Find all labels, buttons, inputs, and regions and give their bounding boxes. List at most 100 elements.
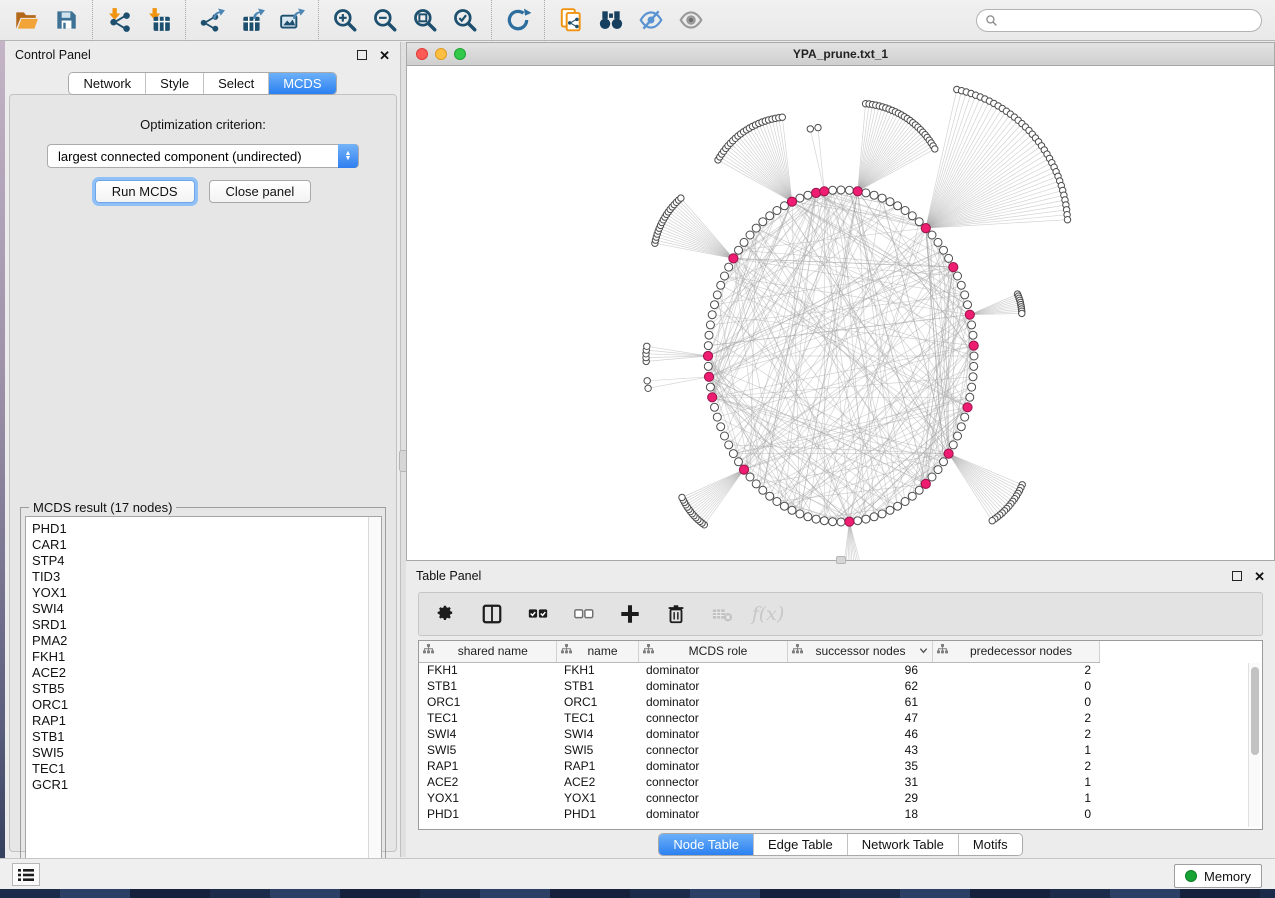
mcds-result-item[interactable]: TID3 [32,569,381,585]
mcds-result-item[interactable]: PMA2 [32,633,381,649]
mcds-result-item[interactable]: SRD1 [32,617,381,633]
refresh-layout-button[interactable] [498,4,538,36]
table-row[interactable]: STB1 STB1 dominator 62 0 [419,678,1099,694]
table-row[interactable]: ORC1 ORC1 dominator 61 0 [419,694,1099,710]
float-table-panel-icon[interactable] [1232,571,1242,581]
table-row[interactable]: PHD1 PHD1 dominator 18 0 [419,806,1099,822]
close-panel-icon[interactable]: ✕ [379,49,390,62]
hide-selected-icon [638,7,664,33]
console-list-button[interactable] [12,863,40,886]
network-window-title: YPA_prune.txt_1 [407,47,1274,61]
settings-gear-button[interactable] [433,601,459,627]
tab-motifs[interactable]: Motifs [958,834,1022,855]
mcds-result-item[interactable]: STP4 [32,553,381,569]
search-box[interactable] [976,9,1262,32]
mcds-result-item[interactable]: FKH1 [32,649,381,665]
memory-label: Memory [1204,869,1251,884]
column-layout-icon [481,603,503,625]
import-table-button[interactable] [139,4,179,36]
add-column-button[interactable] [617,601,643,627]
import-network-button[interactable] [99,4,139,36]
tab-network[interactable]: Network [69,73,145,94]
export-table-button[interactable] [232,4,272,36]
memory-button[interactable]: Memory [1174,864,1262,888]
attribute-type-icon [643,644,654,658]
table-toolbar: f(x) [418,592,1263,636]
column-header[interactable]: MCDS role [638,641,787,662]
table-row[interactable]: FKH1 FKH1 dominator 96 2 [419,662,1099,678]
delete-column-button[interactable] [663,601,689,627]
clone-network-button[interactable] [551,4,591,36]
table-row[interactable]: ACE2 ACE2 connector 31 1 [419,774,1099,790]
table-row[interactable]: SWI4 SWI4 dominator 46 2 [419,726,1099,742]
tab-network-table[interactable]: Network Table [847,834,958,855]
criterion-dropdown[interactable]: largest connected component (undirected)… [47,144,359,168]
table-row[interactable]: YOX1 YOX1 connector 29 1 [419,790,1099,806]
select-all-checkboxes-button[interactable] [525,601,551,627]
mcds-result-item[interactable]: RAP1 [32,713,381,729]
zoom-out-button[interactable] [365,4,405,36]
tab-select[interactable]: Select [203,73,268,94]
mcds-result-item[interactable]: SWI5 [32,745,381,761]
table-row[interactable]: RAP1 RAP1 dominator 35 2 [419,758,1099,774]
horizontal-splitter-handle[interactable] [836,556,846,564]
float-window-icon[interactable] [357,50,367,60]
open-file-button[interactable] [6,4,46,36]
tab-edge-table[interactable]: Edge Table [753,834,847,855]
run-mcds-button[interactable]: Run MCDS [95,180,195,203]
mcds-result-item[interactable]: PHD1 [32,521,381,537]
mcds-result-item[interactable]: STB1 [32,729,381,745]
column-header[interactable]: predecessor nodes [932,641,1099,662]
hide-selected-button[interactable] [631,4,671,36]
close-panel-button[interactable]: Close panel [209,180,312,203]
show-all-icon [678,7,704,33]
mcds-result-item[interactable]: STB5 [32,681,381,697]
mcds-result-list[interactable]: PHD1CAR1STP4TID3YOX1SWI4SRD1PMA2FKH1ACE2… [25,516,382,874]
column-header[interactable]: name [556,641,638,662]
tab-node-table[interactable]: Node Table [659,834,753,855]
search-input[interactable] [1003,14,1253,28]
list-icon [18,868,34,882]
network-window-titlebar[interactable]: YPA_prune.txt_1 [407,43,1274,66]
save-session-icon [53,7,79,33]
tab-mcds[interactable]: MCDS [268,73,335,94]
zoom-selected-button[interactable] [445,4,485,36]
mcds-result-item[interactable]: ACE2 [32,665,381,681]
zoom-in-button[interactable] [325,4,365,36]
network-canvas[interactable] [407,66,1274,560]
table-scrollbar[interactable] [1248,663,1260,827]
sort-chevron-icon[interactable] [919,644,928,658]
export-image-button[interactable] [272,4,312,36]
table-scrollbar-thumb[interactable] [1251,667,1259,755]
zoom-out-icon [372,7,398,33]
mcds-result-item[interactable]: GCR1 [32,777,381,793]
settings-gear-icon [435,603,457,625]
network-graph [407,66,1274,560]
search-binoculars-icon [598,7,624,33]
table-row[interactable]: TEC1 TEC1 connector 47 2 [419,710,1099,726]
search-binoculars-button[interactable] [591,4,631,36]
mcds-result-item[interactable]: ORC1 [32,697,381,713]
mcds-result-item[interactable]: SWI4 [32,601,381,617]
mcds-tab-content: Optimization criterion: largest connecte… [9,94,397,852]
table-panel-title: Table Panel [416,569,481,583]
column-header[interactable]: shared name [419,641,556,662]
mcds-result-item[interactable]: TEC1 [32,761,381,777]
refresh-layout-icon [505,7,531,33]
tab-style[interactable]: Style [145,73,203,94]
export-network-button[interactable] [192,4,232,36]
mcds-list-scrollbar[interactable] [368,517,381,873]
delete-table-button [709,601,735,627]
mcds-result-item[interactable]: YOX1 [32,585,381,601]
zoom-fit-button[interactable] [405,4,445,36]
close-table-panel-icon[interactable]: ✕ [1254,570,1265,583]
show-all-button[interactable] [671,4,711,36]
mcds-result-item[interactable]: CAR1 [32,537,381,553]
memory-status-icon [1185,870,1197,882]
deselect-all-checkboxes-button[interactable] [571,601,597,627]
search-icon [985,14,998,27]
column-header[interactable]: successor nodes [787,641,932,662]
table-row[interactable]: SWI5 SWI5 connector 43 1 [419,742,1099,758]
column-layout-button[interactable] [479,601,505,627]
save-session-button[interactable] [46,4,86,36]
